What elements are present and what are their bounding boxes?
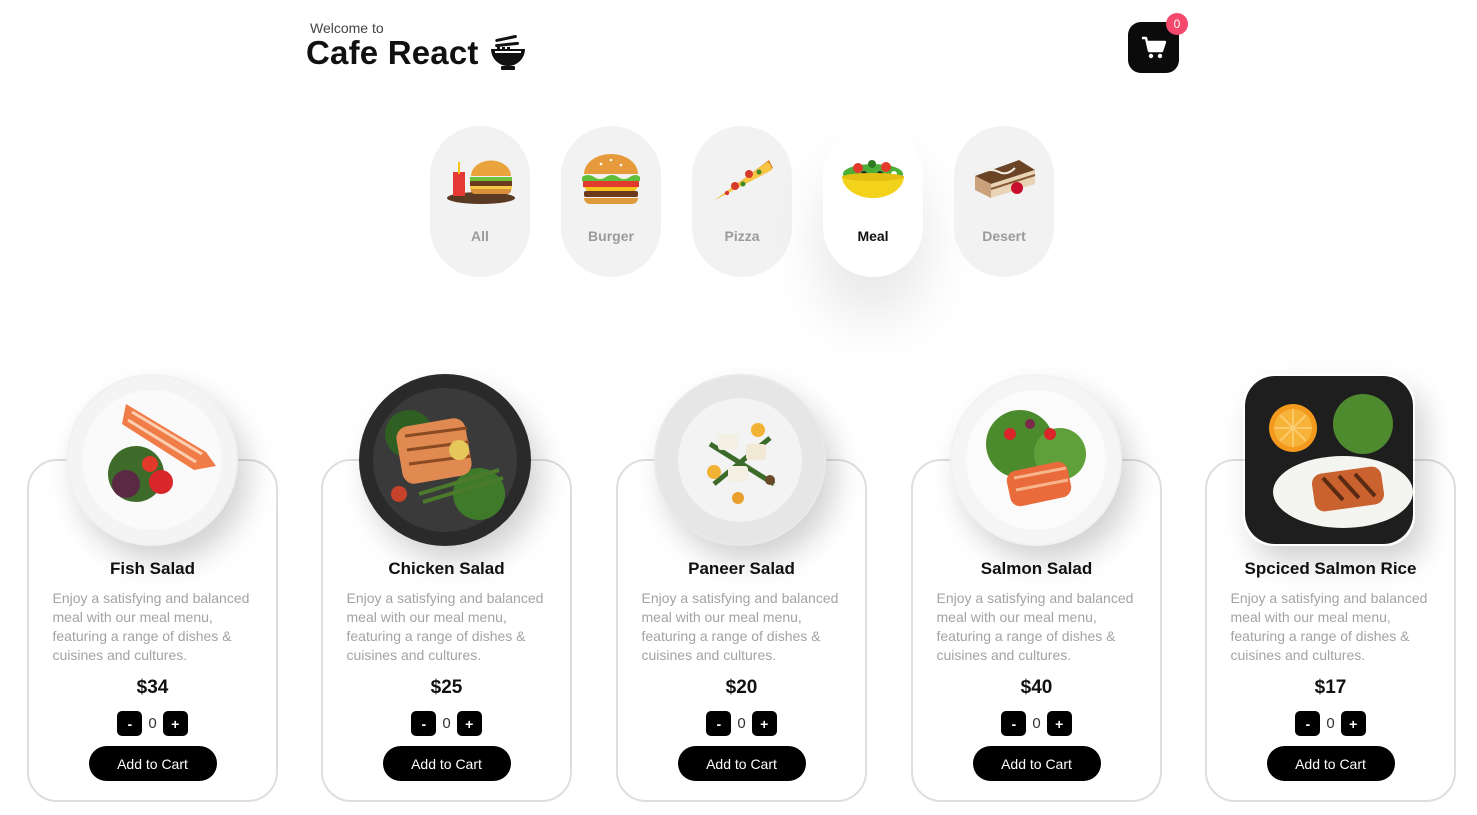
- add-to-cart-button[interactable]: Add to Cart: [677, 746, 806, 781]
- salmon-rice-plate-image: [1245, 376, 1413, 544]
- quantity-stepper: - 0 +: [29, 711, 276, 736]
- card-body: Fish Salad Enjoy a satisfying and balanc…: [29, 559, 276, 781]
- quantity-value: 0: [737, 715, 746, 732]
- category-label: Desert: [982, 228, 1026, 244]
- product-price: $20: [725, 677, 758, 698]
- category-burger[interactable]: Burger: [561, 126, 661, 277]
- brand: Welcome to Cafe React: [306, 20, 527, 72]
- card-body: Spciced Salmon Rice Enjoy a satisfying a…: [1207, 559, 1454, 781]
- fish-salad-plate-image: [68, 376, 236, 544]
- fast-food-icon: [447, 160, 515, 204]
- category-all[interactable]: All: [430, 126, 530, 277]
- quantity-value: 0: [148, 715, 157, 732]
- burger-icon: [582, 154, 640, 204]
- paneer-salad-image: [654, 374, 826, 546]
- ramen-bowl-icon: [490, 35, 525, 70]
- decrement-button[interactable]: -: [706, 711, 732, 736]
- product-name: Spciced Salmon Rice: [1244, 559, 1417, 578]
- salmon-salad-plate-image: [952, 376, 1120, 544]
- chicken-salad-plate-image: [361, 376, 529, 544]
- card-body: Salmon Salad Enjoy a satisfying and bala…: [913, 559, 1160, 781]
- quantity-value: 0: [1032, 715, 1041, 732]
- product-name: Chicken Salad: [388, 559, 505, 578]
- increment-button[interactable]: +: [162, 711, 188, 736]
- add-to-cart-button[interactable]: Add to Cart: [382, 746, 511, 781]
- product-price: $34: [136, 677, 169, 698]
- salad-bowl-icon: [842, 160, 904, 198]
- product-price: $17: [1314, 677, 1347, 698]
- cart-count-badge: 0: [1166, 13, 1188, 35]
- card-body: Chicken Salad Enjoy a satisfying and bal…: [323, 559, 570, 781]
- salmon-salad-image: [950, 374, 1122, 546]
- increment-button[interactable]: +: [751, 711, 777, 736]
- decrement-button[interactable]: -: [411, 711, 437, 736]
- category-pizza[interactable]: Pizza: [692, 126, 792, 277]
- quantity-stepper: - 0 +: [323, 711, 570, 736]
- salmon-rice-image: [1243, 374, 1415, 546]
- quantity-stepper: - 0 +: [618, 711, 865, 736]
- shopping-cart-icon: [1141, 36, 1166, 58]
- category-label: All: [471, 228, 489, 244]
- pizza-slice-icon: [715, 160, 773, 200]
- product-description: Enjoy a satisfying and balanced meal wit…: [641, 590, 839, 663]
- cake-slice-icon: [975, 160, 1036, 198]
- add-to-cart-button[interactable]: Add to Cart: [1266, 746, 1395, 781]
- category-label: Pizza: [724, 228, 760, 244]
- add-to-cart-button[interactable]: Add to Cart: [88, 746, 217, 781]
- product-price: $25: [430, 677, 463, 698]
- category-label: Meal: [857, 228, 889, 244]
- add-to-cart-button[interactable]: Add to Cart: [972, 746, 1101, 781]
- decrement-button[interactable]: -: [1001, 711, 1027, 736]
- increment-button[interactable]: +: [456, 711, 482, 736]
- title-row: Cafe React: [306, 34, 527, 72]
- quantity-value: 0: [442, 715, 451, 732]
- product-description: Enjoy a satisfying and balanced meal wit…: [346, 590, 544, 663]
- category-label: Burger: [588, 228, 634, 244]
- product-description: Enjoy a satisfying and balanced meal wit…: [52, 590, 250, 663]
- quantity-value: 0: [1326, 715, 1335, 732]
- app-title: Cafe React: [306, 34, 479, 71]
- category-meal[interactable]: Meal: [823, 126, 923, 277]
- product-price: $40: [1020, 677, 1053, 698]
- decrement-button[interactable]: -: [117, 711, 143, 736]
- chicken-salad-image: [359, 374, 531, 546]
- paneer-salad-plate-image: [656, 376, 824, 544]
- product-description: Enjoy a satisfying and balanced meal wit…: [1230, 590, 1428, 663]
- quantity-stepper: - 0 +: [1207, 711, 1454, 736]
- increment-button[interactable]: +: [1046, 711, 1072, 736]
- fish-salad-image: [66, 374, 238, 546]
- quantity-stepper: - 0 +: [913, 711, 1160, 736]
- card-body: Paneer Salad Enjoy a satisfying and bala…: [618, 559, 865, 781]
- category-desert[interactable]: Desert: [954, 126, 1054, 277]
- product-description: Enjoy a satisfying and balanced meal wit…: [936, 590, 1134, 663]
- decrement-button[interactable]: -: [1295, 711, 1321, 736]
- product-name: Fish Salad: [109, 559, 196, 578]
- cart-button[interactable]: 0: [1128, 13, 1188, 73]
- product-name: Salmon Salad: [980, 559, 1093, 578]
- product-name: Paneer Salad: [688, 559, 795, 578]
- increment-button[interactable]: +: [1340, 711, 1366, 736]
